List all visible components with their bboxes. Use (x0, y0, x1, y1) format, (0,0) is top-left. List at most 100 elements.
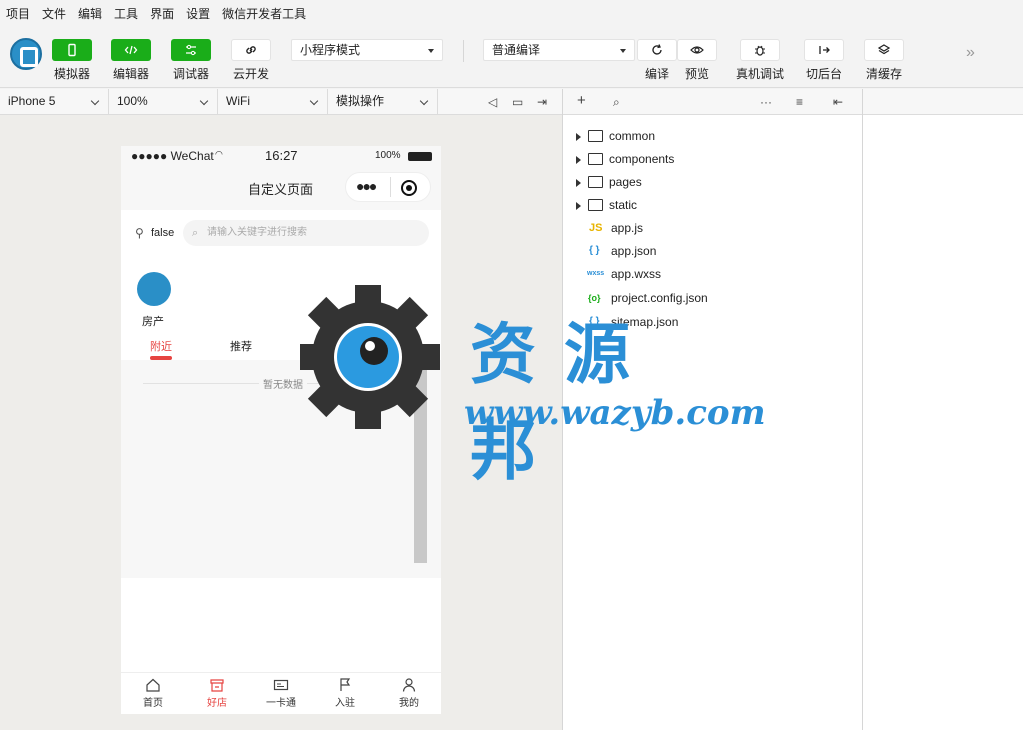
caret-down-icon (620, 49, 626, 53)
window-icon[interactable]: ▭ (512, 95, 523, 109)
background-button[interactable] (804, 39, 844, 61)
menu-interface[interactable]: 界面 (150, 5, 174, 22)
real-debug-label: 真机调试 (735, 67, 784, 81)
file-name: components (609, 152, 675, 166)
simulator-label: 模拟器 (53, 67, 90, 81)
divider (390, 177, 391, 197)
list-item[interactable]: static (563, 194, 862, 216)
folder-icon (588, 176, 603, 188)
compile-mode-select[interactable]: 普通编译 (483, 39, 635, 61)
more-dots-icon[interactable]: ●●● (356, 178, 377, 194)
tab-popular[interactable]: 人气 (311, 338, 333, 354)
collapse-icon[interactable]: ≡ (796, 95, 803, 109)
panel-toggle-icon[interactable]: ⇤ (833, 95, 843, 109)
json-file-icon: { } (589, 245, 600, 256)
compile-mode-value: 普通编译 (492, 43, 541, 57)
category-icon[interactable] (137, 272, 171, 306)
more-icon[interactable]: ··· (760, 95, 772, 109)
menu-settings[interactable]: 设置 (186, 5, 210, 22)
list-item[interactable]: { } app.json (563, 240, 862, 262)
wxss-file-icon: wxss (587, 270, 605, 277)
tabbar-card-label: 一卡通 (266, 698, 296, 709)
compile-button[interactable] (637, 39, 677, 61)
location-icon[interactable]: ⚲ (135, 226, 144, 240)
tabbar-join[interactable]: 入驻 (320, 677, 370, 709)
eye-icon (690, 46, 704, 54)
js-file-icon: JS (589, 222, 603, 234)
folder-icon (588, 130, 603, 142)
search-icon: ⌕ (192, 227, 199, 239)
content-area: 暂无数据 (121, 360, 441, 578)
menu-project[interactable]: 项目 (6, 5, 30, 22)
list-item[interactable]: components (563, 148, 862, 170)
tab-rating[interactable]: 好评 (391, 338, 413, 354)
tabbar-shop[interactable]: 好店 (192, 677, 242, 709)
device-select[interactable]: iPhone 5 (0, 89, 109, 115)
expand-arrow-icon[interactable] (576, 202, 581, 210)
file-name: pages (609, 175, 642, 189)
preview-label: 预览 (684, 67, 709, 81)
file-name: sitemap.json (611, 315, 679, 329)
home-icon (146, 678, 160, 692)
menu-edit[interactable]: 编辑 (78, 5, 102, 22)
chevron-down-icon (309, 96, 319, 106)
chevron-double-right-icon[interactable]: » (966, 44, 975, 62)
toolbar: 模拟器 编辑器 调试器 云开发 小程序模式 普通编译 编译 预览 真机调试 切后… (0, 26, 1023, 88)
editor-button[interactable] (111, 39, 151, 61)
cloud-button[interactable] (231, 39, 271, 61)
divider (463, 40, 464, 62)
search-input[interactable]: ⌕ 请输入关键字进行搜索 (183, 220, 429, 246)
empty-state-label: 暂无数据 (259, 376, 307, 391)
folder-icon (588, 153, 603, 165)
capsule-menu[interactable]: ●●● (345, 172, 431, 202)
list-item[interactable]: { } sitemap.json (563, 311, 862, 333)
network-select[interactable]: WiFi (218, 89, 328, 115)
tab-bar: 首页 好店 一卡通 入驻 我的 (121, 672, 441, 714)
chevron-down-icon (199, 96, 209, 106)
scrollbar[interactable] (414, 368, 427, 563)
avatar[interactable] (10, 38, 42, 70)
list-item[interactable]: pages (563, 171, 862, 193)
tabbar-me-label: 我的 (399, 698, 419, 709)
search-icon[interactable]: ⌕ (613, 95, 620, 110)
tabbar-shop-label: 好店 (207, 698, 227, 709)
category-label[interactable]: 房产 (142, 313, 164, 329)
list-item[interactable]: common (563, 125, 862, 147)
list-item[interactable]: wxss app.wxss (563, 263, 862, 285)
expand-arrow-icon[interactable] (576, 133, 581, 141)
clear-cache-label: 清缓存 (865, 67, 902, 81)
right-panel (863, 115, 1023, 730)
detach-icon[interactable]: ⇥ (537, 95, 547, 109)
operation-select[interactable]: 模拟操作 (328, 89, 438, 115)
menu-file[interactable]: 文件 (42, 5, 66, 22)
add-icon[interactable]: + (577, 92, 586, 109)
simulator-button[interactable] (52, 39, 92, 61)
tabbar-me[interactable]: 我的 (384, 677, 434, 709)
tabbar-home[interactable]: 首页 (128, 677, 178, 709)
zoom-select[interactable]: 100% (109, 89, 218, 115)
tab-recommend[interactable]: 推荐 (230, 338, 252, 354)
sliders-icon (186, 44, 196, 56)
expand-arrow-icon[interactable] (576, 179, 581, 187)
nav-bar: 自定义页面 ●●● (121, 166, 441, 210)
caret-down-icon (428, 49, 434, 53)
tabbar-card[interactable]: 一卡通 (256, 677, 306, 709)
mode-select[interactable]: 小程序模式 (291, 39, 443, 61)
tab-nearby[interactable]: 附近 (150, 338, 172, 354)
location-label[interactable]: false (151, 227, 174, 239)
debugger-button[interactable] (171, 39, 211, 61)
volume-icon[interactable]: ◁ (488, 95, 497, 109)
list-item[interactable]: JS app.js (563, 217, 862, 239)
code-icon (124, 45, 138, 55)
real-debug-button[interactable] (740, 39, 780, 61)
clear-cache-button[interactable] (864, 39, 904, 61)
list-item[interactable]: {o} project.config.json (563, 287, 862, 309)
carrier-label: ●●●●● WeChat (131, 149, 214, 163)
expand-arrow-icon[interactable] (576, 156, 581, 164)
menu-devtools[interactable]: 微信开发者工具 (222, 5, 306, 22)
battery-label: 100% (375, 150, 401, 161)
folder-icon (588, 199, 603, 211)
menu-tools[interactable]: 工具 (114, 5, 138, 22)
preview-button[interactable] (677, 39, 717, 61)
file-name: app.js (611, 221, 644, 235)
